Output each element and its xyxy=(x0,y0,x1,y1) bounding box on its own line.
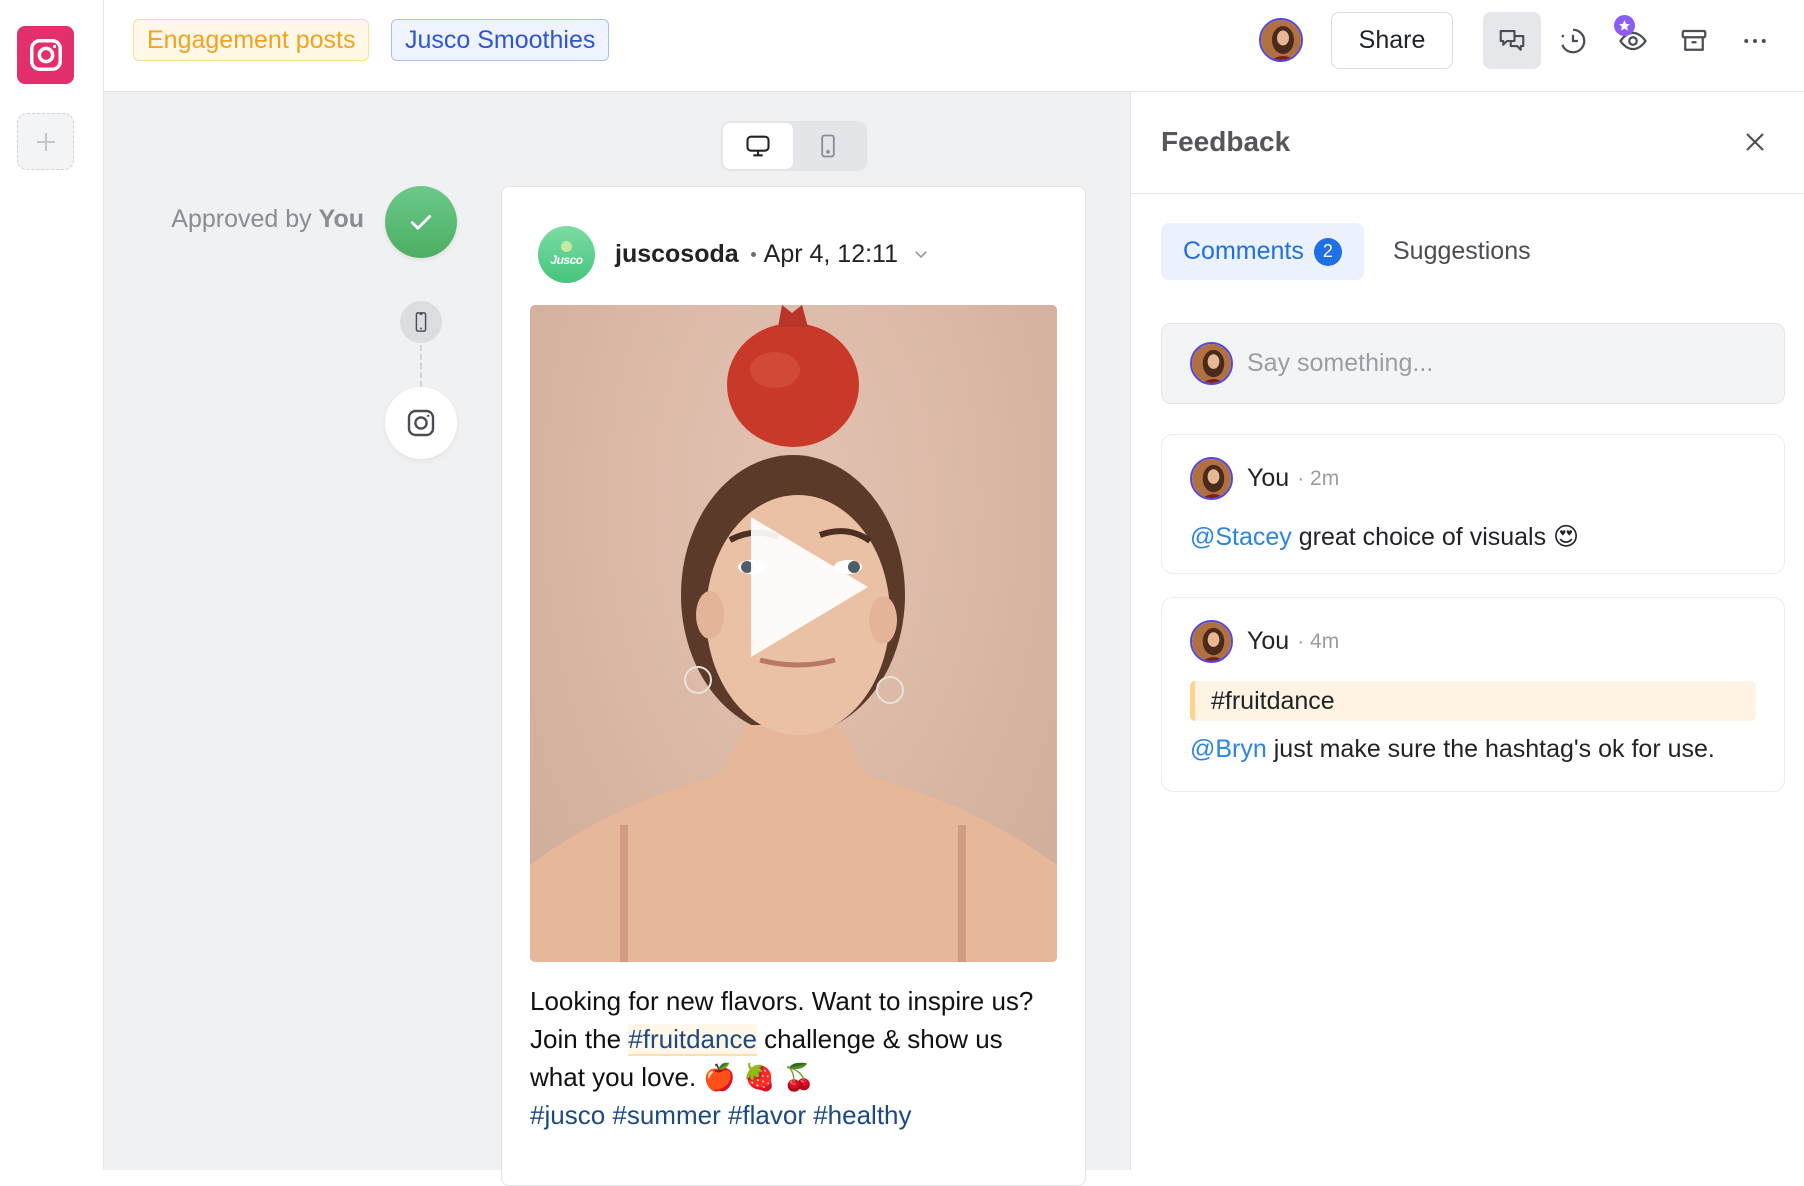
brand-avatar-text: Jusco xyxy=(550,253,583,267)
comments-count-badge: 2 xyxy=(1313,237,1342,266)
caption-hashtags[interactable]: #jusco #summer #flavor #healthy xyxy=(530,1100,912,1130)
post-date: Apr 4, 12:11 xyxy=(763,239,899,268)
tag-engagement-posts[interactable]: Engagement posts xyxy=(133,19,370,61)
comment-item: You · 4m #fruitdance @Bryn just make sur… xyxy=(1161,597,1785,792)
tag-jusco-smoothies[interactable]: Jusco Smoothies xyxy=(391,19,610,61)
tab-comments-label: Comments xyxy=(1183,237,1304,265)
phone-icon xyxy=(415,312,427,332)
tab-comments[interactable]: Comments 2 xyxy=(1161,223,1364,280)
mobile-step[interactable] xyxy=(400,301,442,343)
separator-dot xyxy=(750,251,756,257)
date-dropdown[interactable] xyxy=(912,245,930,263)
composer-avatar xyxy=(1190,342,1233,385)
more-button[interactable] xyxy=(1726,12,1784,69)
feedback-title: Feedback xyxy=(1161,126,1291,157)
tab-suggestions[interactable]: Suggestions xyxy=(1371,223,1553,280)
archive-icon xyxy=(1681,29,1707,51)
comment-mention[interactable]: @Bryn xyxy=(1190,735,1267,763)
star-badge xyxy=(1614,15,1635,36)
brand-avatar: Jusco xyxy=(538,225,595,283)
comment-input[interactable] xyxy=(1247,349,1767,378)
approval-prefix: Approved by xyxy=(171,205,312,233)
comment-body: @Bryn just make sure the hashtag's ok fo… xyxy=(1190,735,1715,764)
comments-icon xyxy=(1499,29,1525,51)
history-icon xyxy=(1561,28,1586,53)
feedback-header: Feedback xyxy=(1131,92,1804,194)
instagram-icon xyxy=(29,39,62,71)
comment-author: You xyxy=(1247,627,1290,655)
comment-body: @Stacey great choice of visuals 😍 xyxy=(1190,522,1579,552)
comment-quote[interactable]: #fruitdance xyxy=(1190,681,1756,721)
close-icon xyxy=(1746,133,1764,151)
comment-text: just make sure the hashtag's ok for use. xyxy=(1266,735,1715,763)
comment-avatar xyxy=(1190,620,1233,663)
view-toggle xyxy=(721,121,867,171)
preview-button[interactable] xyxy=(1604,12,1662,69)
comment-avatar xyxy=(1190,457,1233,500)
close-feedback-button[interactable] xyxy=(1735,122,1775,162)
more-icon xyxy=(1744,38,1766,43)
comment-item: You · 2m @Stacey great choice of visuals… xyxy=(1161,434,1785,574)
plus-icon xyxy=(36,132,55,151)
instagram-step[interactable] xyxy=(385,387,457,459)
mobile-icon xyxy=(821,134,835,158)
tab-suggestions-label: Suggestions xyxy=(1393,237,1531,265)
approval-by: You xyxy=(318,205,364,233)
post-header: Jusco juscosoda Apr 4, 12:11 xyxy=(538,225,930,283)
channel-instagram[interactable] xyxy=(17,26,74,84)
comment-mention[interactable]: @Stacey xyxy=(1190,523,1292,551)
check-icon xyxy=(410,215,432,230)
comments-toggle-button[interactable] xyxy=(1483,12,1541,69)
feedback-panel: Feedback Comments 2 Suggestions You · 2m… xyxy=(1130,92,1804,1170)
mobile-view-button[interactable] xyxy=(793,123,863,169)
post-handle: juscosoda xyxy=(615,239,739,268)
history-button[interactable] xyxy=(1544,12,1602,69)
comment-header: You · 2m xyxy=(1190,457,1339,500)
post-video[interactable] xyxy=(530,305,1057,962)
share-button[interactable]: Share xyxy=(1331,12,1453,69)
user-avatar[interactable] xyxy=(1259,18,1303,62)
desktop-icon xyxy=(746,135,770,157)
add-channel-button[interactable] xyxy=(17,113,74,170)
top-bar: Engagement posts Jusco Smoothies Share xyxy=(104,0,1804,92)
post-preview-card: Jusco juscosoda Apr 4, 12:11 Looking for… xyxy=(501,186,1086,1186)
video-thumbnail xyxy=(530,305,1057,962)
comment-time: · 4m xyxy=(1297,629,1340,653)
archive-button[interactable] xyxy=(1665,12,1723,69)
approval-status: Approved by You xyxy=(171,205,364,234)
comment-composer[interactable] xyxy=(1161,323,1785,404)
comment-time: · 2m xyxy=(1297,466,1340,490)
timeline-connector xyxy=(420,345,422,387)
star-icon xyxy=(1619,20,1630,31)
chevron-down-icon xyxy=(915,251,927,259)
comment-author: You xyxy=(1247,464,1290,492)
desktop-view-button[interactable] xyxy=(723,123,793,169)
caption-highlighted-hashtag[interactable]: #fruitdance xyxy=(628,1024,757,1056)
comment-header: You · 4m xyxy=(1190,620,1339,663)
instagram-icon xyxy=(407,409,435,437)
preview-canvas: Approved by You Jusco juscosoda Apr 4, 1… xyxy=(104,92,1130,1186)
approved-step[interactable] xyxy=(385,186,457,258)
left-rail xyxy=(0,0,104,1170)
post-caption: Looking for new flavors. Want to inspire… xyxy=(530,982,1060,1134)
comment-text: great choice of visuals 😍 xyxy=(1291,523,1580,551)
